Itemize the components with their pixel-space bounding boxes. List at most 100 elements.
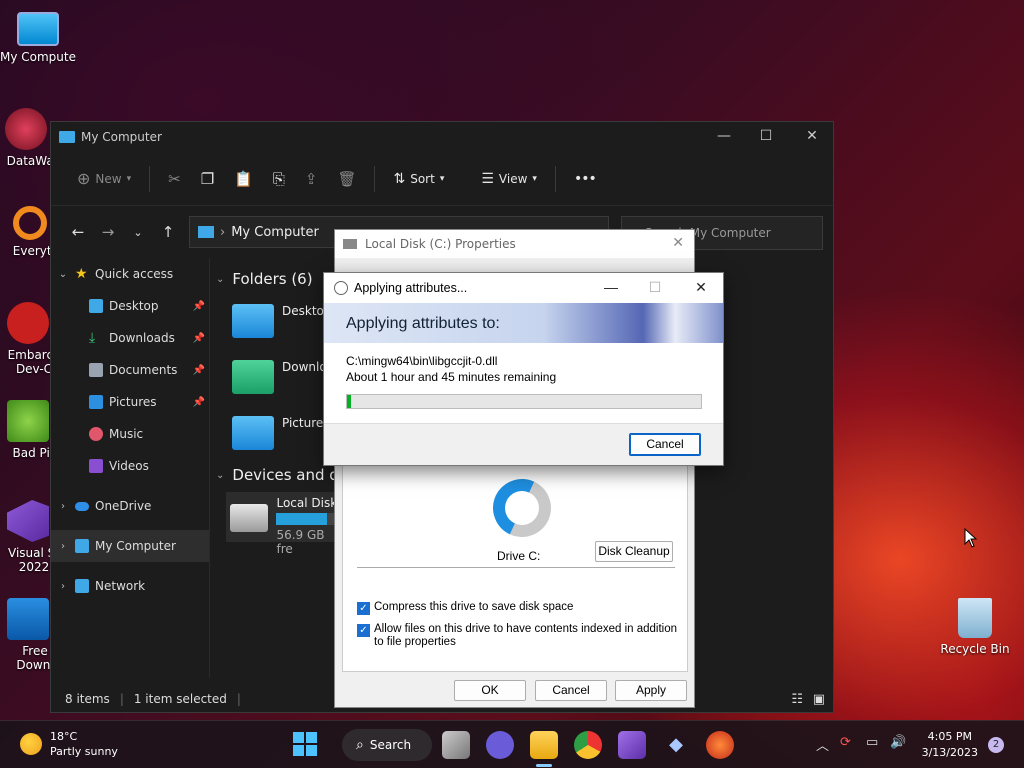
paste-button[interactable]: 📋 bbox=[226, 164, 261, 194]
drive-free-space: 56.9 GB fre bbox=[276, 528, 325, 556]
nav-videos[interactable]: Videos bbox=[51, 450, 209, 482]
computer-icon bbox=[75, 539, 89, 553]
share-button[interactable]: ⇪ bbox=[297, 164, 326, 194]
maximize-button[interactable]: ☐ bbox=[743, 128, 789, 144]
forward-button[interactable]: → bbox=[93, 223, 123, 241]
cloud-icon bbox=[75, 501, 89, 511]
nav-desktop[interactable]: Desktop 📌 bbox=[51, 290, 209, 322]
cancel-button[interactable]: Cancel bbox=[535, 680, 607, 701]
more-options-button[interactable]: ••• bbox=[566, 164, 604, 194]
nav-documents[interactable]: Documents 📌 bbox=[51, 354, 209, 386]
drive-usage-bar bbox=[276, 513, 337, 525]
app-button[interactable]: ◆ bbox=[662, 731, 690, 759]
sort-label: Sort bbox=[410, 171, 435, 186]
folder-pictures[interactable]: Pictures bbox=[232, 416, 330, 450]
chevron-down-icon: ▾ bbox=[532, 173, 537, 184]
video-icon bbox=[89, 459, 103, 473]
new-button[interactable]: ⊕ New ▾ bbox=[69, 164, 139, 194]
task-view-button[interactable] bbox=[442, 731, 470, 759]
sort-button[interactable]: ⇅ Sort ▾ bbox=[385, 164, 452, 194]
close-button[interactable]: ✕ bbox=[686, 279, 716, 296]
nav-music[interactable]: Music bbox=[51, 418, 209, 450]
nav-network[interactable]: › Network bbox=[51, 570, 209, 602]
tiles-view-icon[interactable]: ▣ bbox=[813, 692, 825, 707]
nav-onedrive[interactable]: › OneDrive bbox=[51, 490, 209, 522]
disk-cleanup-button[interactable]: Disk Cleanup bbox=[595, 541, 673, 562]
back-button[interactable]: ← bbox=[63, 223, 93, 241]
sort-icon: ⇅ bbox=[393, 170, 406, 187]
music-icon bbox=[89, 427, 103, 441]
volume-icon[interactable]: 🔊 bbox=[890, 735, 906, 750]
clock[interactable]: 4:05 PM 3/13/2023 bbox=[922, 729, 978, 761]
teams-chat-button[interactable] bbox=[486, 731, 514, 759]
minimize-button[interactable]: — bbox=[596, 279, 626, 295]
details-view-icon[interactable]: ☷ bbox=[791, 692, 803, 707]
breadcrumb-my-computer[interactable]: My Computer bbox=[231, 225, 319, 240]
new-label: New bbox=[95, 171, 122, 186]
hard-drive-icon bbox=[230, 504, 269, 532]
cancel-button[interactable]: Cancel bbox=[629, 433, 701, 456]
desktop-icon-recycle-bin[interactable]: Recycle Bin bbox=[937, 598, 1013, 656]
nav-label: Downloads bbox=[109, 331, 175, 345]
minimize-button[interactable]: — bbox=[701, 128, 747, 144]
window-title: My Computer bbox=[81, 130, 162, 144]
notification-badge[interactable]: 2 bbox=[988, 737, 1004, 753]
close-button[interactable]: ✕ bbox=[789, 128, 835, 144]
nav-label: Music bbox=[109, 427, 144, 441]
index-drive-row[interactable]: ✓ Allow files on this drive to have cont… bbox=[357, 623, 677, 649]
properties-titlebar[interactable]: Local Disk (C:) Properties bbox=[335, 230, 694, 258]
apply-button[interactable]: Apply bbox=[615, 680, 687, 701]
cut-button[interactable]: ✂ bbox=[160, 164, 189, 194]
scissors-icon: ✂ bbox=[168, 169, 181, 188]
view-label: View bbox=[498, 171, 528, 186]
display-icon[interactable]: ▭ bbox=[866, 735, 878, 750]
chrome-button[interactable] bbox=[574, 731, 602, 759]
ok-button[interactable]: OK bbox=[454, 680, 526, 701]
compress-drive-row[interactable]: ✓ Compress this drive to save disk space bbox=[357, 601, 573, 615]
recent-button[interactable]: ⌄ bbox=[123, 226, 153, 239]
search-icon: ⌕ bbox=[356, 737, 364, 753]
start-button[interactable] bbox=[292, 731, 320, 759]
desktop-icon-label: Recycle Bin bbox=[940, 642, 1010, 656]
delete-button[interactable]: 🗑 bbox=[329, 164, 364, 194]
applying-attributes-dialog: Applying attributes... — ☐ ✕ Applying at… bbox=[323, 272, 724, 466]
folder-desktop[interactable]: Desktop bbox=[232, 304, 332, 338]
view-button[interactable]: ☰ View ▾ bbox=[473, 164, 545, 194]
nav-label: Quick access bbox=[95, 267, 174, 281]
chevron-right-icon: › bbox=[61, 540, 65, 552]
visual-studio-button[interactable] bbox=[618, 731, 646, 759]
nav-quick-access[interactable]: ⌄ ★ Quick access bbox=[51, 258, 209, 290]
windows-logo-icon bbox=[293, 732, 317, 756]
pin-icon: 📌 bbox=[192, 364, 205, 376]
clipboard-icon: 📋 bbox=[234, 169, 253, 188]
drive-local-disk[interactable]: Local Disk 56.9 GB fre bbox=[226, 492, 346, 556]
firefox-like-button[interactable] bbox=[706, 731, 734, 759]
folder-label: Downlo bbox=[282, 360, 327, 374]
dialog-banner: Applying attributes to: bbox=[324, 303, 723, 343]
taskbar-search-button[interactable]: ⌕ Search bbox=[342, 729, 432, 761]
up-button[interactable]: ↑ bbox=[153, 223, 183, 241]
maximize-button[interactable]: ☐ bbox=[640, 279, 670, 296]
compress-checkbox[interactable]: ✓ bbox=[357, 602, 370, 615]
folder-downloads[interactable]: Downlo bbox=[232, 360, 327, 394]
nav-pictures[interactable]: Pictures 📌 bbox=[51, 386, 209, 418]
chevron-down-icon: ⌄ bbox=[216, 273, 225, 285]
rename-button[interactable]: ⎘ bbox=[265, 164, 293, 194]
progress-bar bbox=[346, 394, 702, 409]
chevron-up-icon[interactable]: ︿ bbox=[816, 735, 829, 754]
nav-downloads[interactable]: ⤓ Downloads 📌 bbox=[51, 322, 209, 354]
file-explorer-button[interactable] bbox=[530, 731, 558, 759]
search-label: Search bbox=[369, 738, 412, 752]
explorer-titlebar[interactable]: My Computer — ☐ ✕ bbox=[51, 122, 833, 152]
drive-name: Local Disk bbox=[276, 496, 338, 510]
weather-widget[interactable]: 18°C Partly sunny bbox=[20, 729, 118, 759]
nav-my-computer[interactable]: › My Computer bbox=[51, 530, 209, 562]
desktop-icon-my-computer[interactable]: My Computer bbox=[0, 10, 76, 64]
index-checkbox[interactable]: ✓ bbox=[357, 624, 370, 637]
sync-icon[interactable]: ⟳ bbox=[840, 735, 851, 750]
copy-button[interactable]: ❐ bbox=[193, 164, 222, 194]
index-label: Allow files on this drive to have conten… bbox=[374, 623, 678, 648]
close-button[interactable]: ✕ bbox=[672, 235, 684, 251]
navigation-pane: ⌄ ★ Quick access Desktop 📌 ⤓ Downloads 📌 Docu… bbox=[51, 258, 209, 678]
datawag-icon bbox=[5, 108, 47, 150]
